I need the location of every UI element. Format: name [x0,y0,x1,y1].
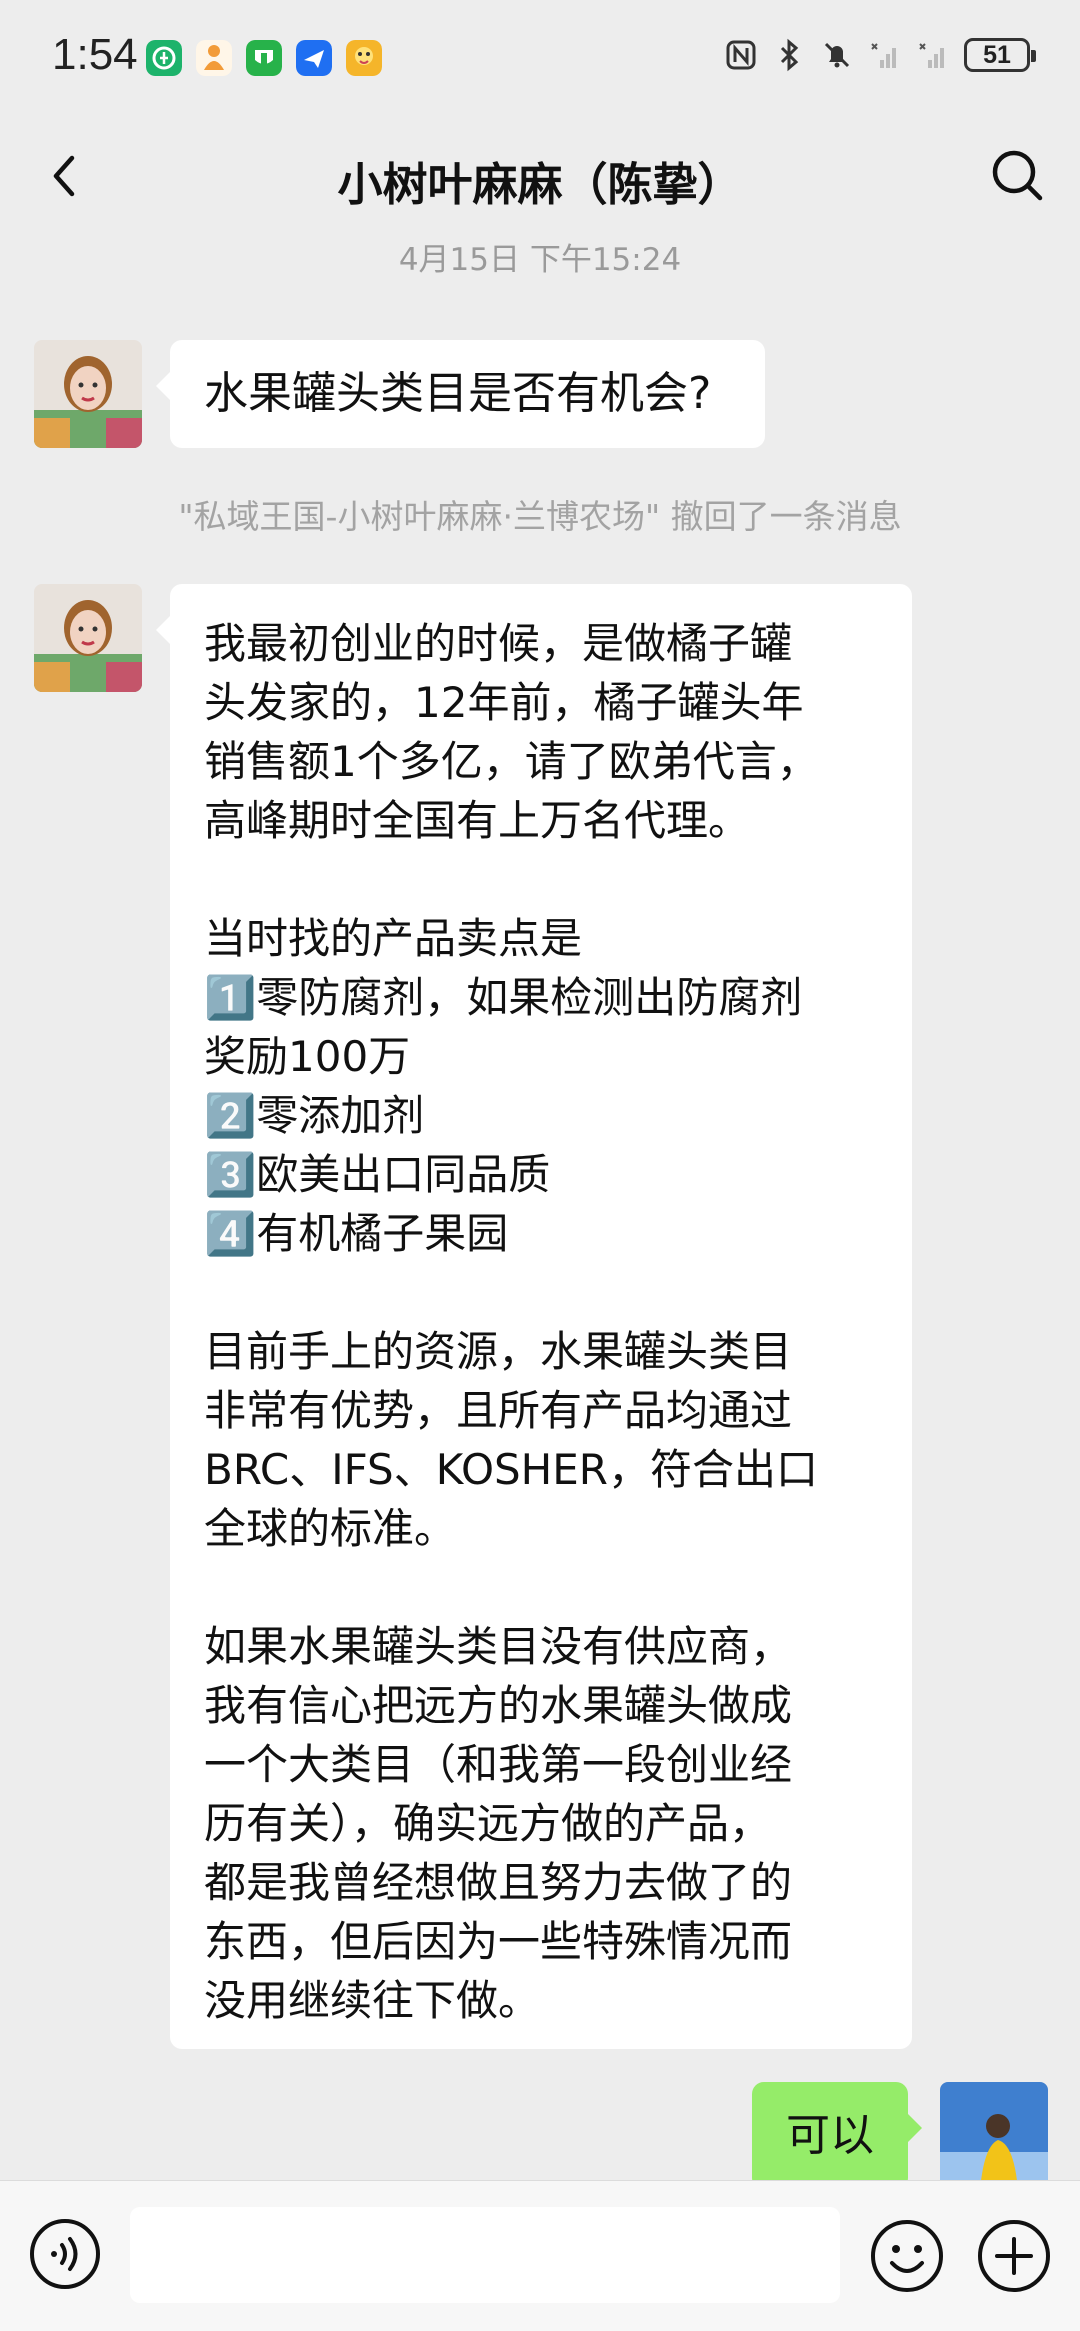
nfc-icon [726,40,756,70]
bluetooth-icon [780,38,799,72]
signal-1-icon [871,43,896,68]
chat-timestamp: 4月15日 下午15:24 [398,242,682,278]
battery-indicator: 51 [964,38,1036,72]
message-bubble-self[interactable]: 可以 [752,2082,922,2190]
recall-notice: "私域王国-小树叶麻麻·兰博农场" 撤回了一条消息 [178,497,902,536]
message-bubble[interactable]: 我最初创业的时候，是做橘子罐 头发家的，12年前，橘子罐头年 销售额1个多亿，请… [156,584,912,2049]
status-system-icons: 51 [724,38,1036,72]
message-text: 水果罐头类目是否有机会? [204,368,712,419]
signal-2-icon [919,43,944,68]
chat-screen: 1:54 51 小树叶麻麻（陈挚） 4月15日 下午15:24 水果罐头类目是否… [0,0,1080,2331]
message-bubble[interactable]: 水果罐头类目是否有机会? [156,340,765,448]
bubble-tail [156,372,170,400]
message-text: 可以 [786,2110,874,2161]
voice-icon[interactable] [28,2217,102,2291]
message-text: 我最初创业的时候，是做橘子罐 头发家的，12年前，橘子罐头年 销售额1个多亿，请… [204,619,819,2025]
green-cart-app-icon [246,40,282,76]
orange-figure-app-icon [196,40,232,76]
search-icon[interactable] [984,142,1050,208]
status-time: 1:54 [52,30,138,79]
contact-avatar[interactable] [34,584,142,692]
plus-icon[interactable] [975,2217,1053,2295]
self-avatar[interactable] [940,2082,1048,2190]
status-app-icons [146,40,382,76]
bubble-tail [908,2114,922,2142]
chat-header: 小树叶麻麻（陈挚） [0,118,1080,236]
blue-plane-app-icon [296,40,332,76]
mute-bell-icon [824,42,850,68]
green-circle-app-icon [146,40,182,76]
status-bar: 1:54 51 [0,0,1080,118]
contact-avatar[interactable] [34,340,142,448]
emoji-icon[interactable] [868,2217,946,2295]
message-input[interactable] [130,2207,840,2303]
input-bar [0,2180,1080,2331]
bubble-tail [156,616,170,644]
yellow-duck-app-icon [346,40,382,76]
chat-title: 小树叶麻麻（陈挚） [337,158,743,211]
